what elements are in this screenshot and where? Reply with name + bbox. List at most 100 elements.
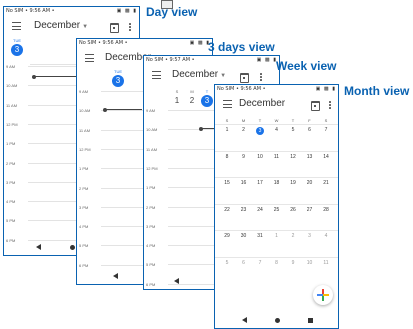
month-selector[interactable]: December▼ bbox=[172, 69, 226, 80]
calendar-today-icon[interactable] bbox=[311, 101, 320, 111]
hour-label: 4 PM bbox=[6, 199, 16, 205]
status-icons: ▣ ▩ ▮ bbox=[315, 86, 336, 92]
week-divider bbox=[215, 203, 338, 205]
week-divider bbox=[215, 230, 338, 231]
month-day-number: 2 bbox=[291, 233, 295, 239]
month-day-cell[interactable]: 11 bbox=[316, 260, 336, 266]
hour-label: 10 AM bbox=[146, 127, 158, 133]
nav-bar bbox=[215, 312, 338, 328]
calendar-today-icon[interactable] bbox=[110, 23, 119, 33]
month-day-cell[interactable]: 28 bbox=[316, 207, 336, 213]
back-icon[interactable] bbox=[174, 278, 179, 284]
month-day-number: 24 bbox=[257, 206, 263, 213]
hour-label: 3 PM bbox=[146, 223, 156, 229]
month-day-number: 2 bbox=[242, 127, 245, 133]
day-number: 3 bbox=[112, 75, 124, 87]
status-left: No SIM • 9:56 AM • bbox=[6, 8, 55, 14]
hour-label: 3 PM bbox=[6, 179, 16, 185]
recent-apps-icon[interactable] bbox=[308, 318, 313, 323]
hour-label: 11 AM bbox=[146, 146, 158, 152]
month-day-number: 31 bbox=[257, 233, 263, 239]
hour-label: 4 PM bbox=[146, 243, 156, 249]
home-icon[interactable] bbox=[275, 318, 280, 323]
back-icon[interactable] bbox=[113, 273, 118, 279]
month-title: December bbox=[172, 69, 219, 80]
month-day-cell[interactable]: 4 bbox=[316, 233, 336, 239]
month-day-number: 10 bbox=[257, 153, 263, 160]
month-selector[interactable]: December bbox=[239, 98, 285, 109]
hour-label: 11 AM bbox=[79, 127, 91, 133]
day-number: 2 bbox=[189, 96, 195, 105]
hour-label: 4 PM bbox=[79, 224, 89, 230]
month-day-number: 26 bbox=[290, 206, 296, 213]
month-day-number: 14 bbox=[323, 153, 329, 160]
day-header[interactable]: TUE 3 bbox=[10, 38, 24, 56]
back-icon[interactable] bbox=[242, 317, 247, 323]
day-header[interactable]: S 1 bbox=[170, 89, 184, 107]
month-day-number: 11 bbox=[323, 259, 329, 266]
status-left: No SIM • 9:56 AM • bbox=[217, 86, 266, 92]
month-day-number: 6 bbox=[242, 259, 245, 266]
month-day-number: 29 bbox=[224, 233, 230, 239]
hour-label: 12 PM bbox=[6, 121, 18, 127]
menu-icon[interactable] bbox=[223, 100, 232, 109]
status-bar: No SIM • 9:56 AM • ▣ ▩ ▮ bbox=[77, 39, 212, 48]
day-name: TUE bbox=[114, 69, 122, 74]
status-left: No SIM • 9:57 AM • bbox=[146, 57, 195, 63]
app-bar: December bbox=[215, 94, 338, 116]
day-number: 3 bbox=[201, 95, 213, 107]
status-icons: ▣ ▩ ▮ bbox=[116, 8, 137, 14]
more-options-icon[interactable] bbox=[129, 23, 131, 32]
month-day-number: 5 bbox=[291, 127, 295, 133]
hour-label: 6 PM bbox=[79, 262, 89, 268]
hour-label: 5 PM bbox=[6, 218, 16, 224]
month-day-number: 22 bbox=[224, 206, 230, 213]
weekday-label: S bbox=[324, 118, 328, 123]
day-view-label: Day view bbox=[146, 5, 198, 19]
hour-label: 10 AM bbox=[6, 83, 18, 89]
month-title: December bbox=[239, 98, 286, 109]
month-day-cell[interactable]: 14 bbox=[316, 154, 336, 160]
month-view-phone: No SIM • 9:56 AM • ▣ ▩ ▮ December SMTWTF… bbox=[214, 84, 339, 329]
hour-label: 9 AM bbox=[6, 64, 16, 69]
month-day-number: 11 bbox=[273, 153, 280, 160]
day-header[interactable]: T 3 bbox=[200, 89, 214, 107]
hour-label: 2 PM bbox=[6, 160, 16, 166]
day-header[interactable]: TUE 3 bbox=[111, 69, 125, 87]
back-icon[interactable] bbox=[36, 244, 41, 250]
day-name: T bbox=[205, 89, 209, 94]
chevron-down-icon: ▼ bbox=[82, 24, 89, 30]
day-name: TUE bbox=[13, 38, 21, 43]
day-header[interactable]: M 2 bbox=[185, 89, 199, 107]
more-options-icon[interactable] bbox=[329, 101, 331, 110]
hour-label: 1 PM bbox=[146, 185, 156, 191]
status-left: No SIM • 9:56 AM • bbox=[79, 40, 128, 46]
month-day-number: 18 bbox=[273, 180, 280, 186]
month-day-number: 15 bbox=[224, 180, 230, 186]
status-icons: ▣ ▩ ▮ bbox=[189, 40, 210, 46]
month-selector[interactable]: December▼ bbox=[34, 20, 88, 31]
month-day-cell[interactable]: 21 bbox=[316, 180, 336, 186]
hour-label: 1 PM bbox=[6, 141, 16, 147]
more-options-icon[interactable] bbox=[260, 73, 262, 82]
status-bar: No SIM • 9:57 AM • ▣ ▩ ▮ bbox=[144, 56, 279, 65]
calendar-today-icon[interactable] bbox=[240, 73, 249, 83]
month-day-number: 23 bbox=[240, 206, 247, 213]
menu-icon[interactable] bbox=[85, 54, 94, 63]
month-day-number: 21 bbox=[323, 180, 329, 186]
month-day-number: 13 bbox=[306, 153, 313, 160]
three-days-view-label: 3 days view bbox=[208, 40, 275, 54]
home-icon[interactable] bbox=[70, 245, 75, 250]
hour-label: 2 PM bbox=[146, 204, 156, 210]
add-event-button[interactable] bbox=[313, 285, 333, 305]
menu-icon[interactable] bbox=[152, 71, 161, 80]
month-day-number: 12 bbox=[290, 153, 296, 160]
month-day-number: 1 bbox=[225, 127, 229, 133]
month-day-number: 3 bbox=[308, 233, 311, 239]
month-day-cell[interactable]: 7 bbox=[316, 127, 336, 133]
month-day-number: 6 bbox=[308, 127, 311, 133]
menu-icon[interactable] bbox=[12, 22, 21, 31]
month-day-number: 8 bbox=[225, 153, 229, 160]
month-day-number: 25 bbox=[273, 206, 280, 213]
month-day-number: 4 bbox=[275, 127, 278, 133]
